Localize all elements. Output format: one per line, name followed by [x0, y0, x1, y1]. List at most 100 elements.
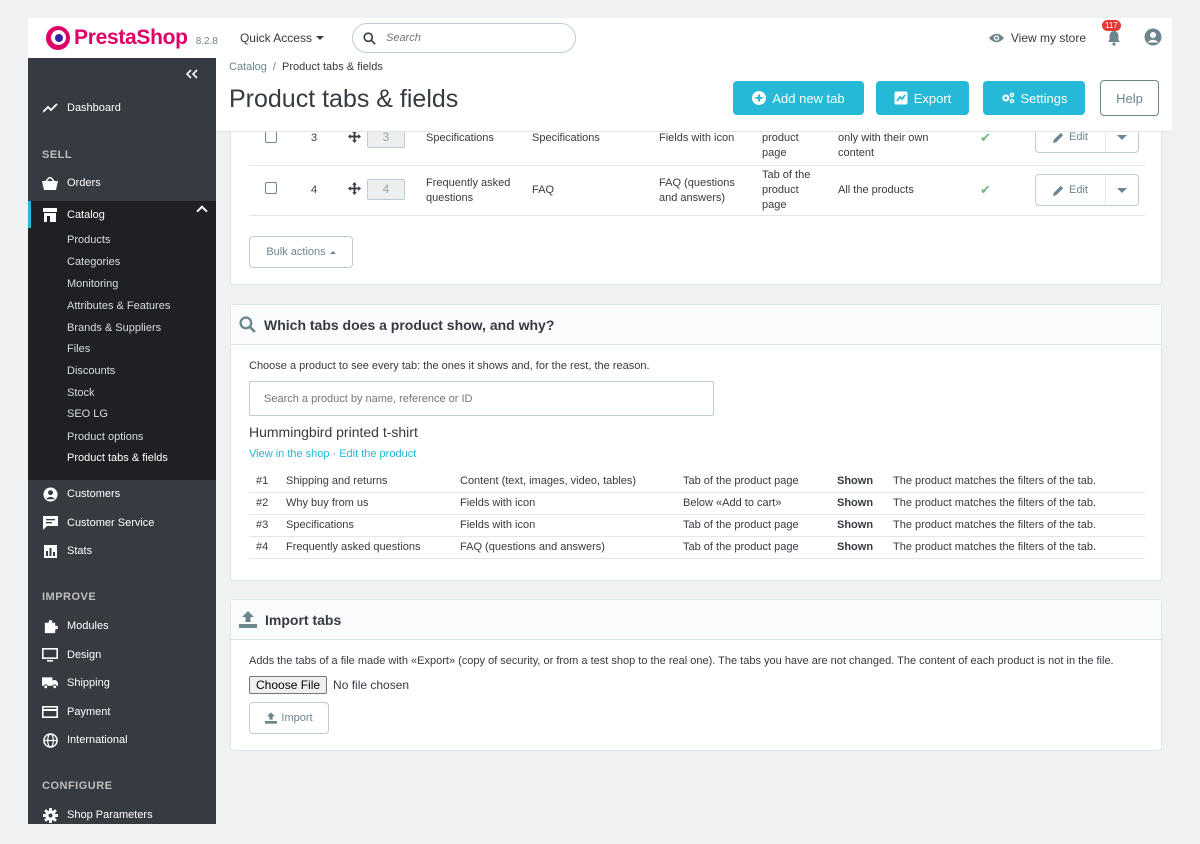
bar-chart-icon [42, 543, 58, 559]
sidebar-item-modules[interactable]: Modules [28, 615, 216, 637]
sidebar-item-shipping[interactable]: Shipping [28, 672, 216, 694]
sidebar-sub-discounts[interactable]: Discounts [67, 365, 115, 377]
active-check-icon[interactable]: ✔ [980, 130, 991, 145]
globe-icon [42, 732, 58, 748]
edit-label: Edit [1069, 131, 1088, 143]
tab-status: Shown [837, 475, 874, 487]
tab-type: Fields with icon [659, 132, 735, 144]
help-button[interactable]: Help [1100, 80, 1159, 116]
export-button[interactable]: Export [876, 81, 969, 115]
choose-file-button[interactable]: Choose File [249, 676, 328, 694]
sidebar-sub-stock[interactable]: Stock [67, 387, 95, 399]
user-icon [1144, 28, 1162, 45]
drag-handle-icon[interactable] [348, 182, 361, 200]
link-separator: · [332, 448, 337, 460]
sidebar-item-design[interactable]: Design [28, 644, 216, 666]
table-row: 4 4 Frequently asked questions FAQ FAQ (… [249, 166, 1145, 216]
sidebar-sub-categories[interactable]: Categories [67, 256, 120, 268]
sidebar-sub-monitoring[interactable]: Monitoring [67, 278, 118, 290]
import-button[interactable]: Import [249, 702, 329, 734]
tab-number: #4 [256, 541, 269, 553]
tab-status: Shown [837, 541, 874, 553]
import-description: Adds the tabs of a file made with «Expor… [249, 655, 1114, 667]
sidebar-sub-product-tabs[interactable]: Product tabs & fields [67, 452, 168, 464]
eye-icon [988, 33, 1004, 43]
gear-icon [42, 807, 58, 823]
header-search[interactable] [351, 23, 576, 53]
tabs-list-card: 3 3 Specifications Specifications Fields… [230, 118, 1162, 285]
position-input[interactable]: 4 [367, 179, 405, 200]
sidebar-item-customer-service[interactable]: Customer Service [28, 512, 216, 534]
tab-type: Fields with icon [460, 497, 536, 509]
sidebar-sub-products[interactable]: Products [67, 234, 110, 246]
settings-button[interactable]: Settings [983, 81, 1085, 115]
view-store-link[interactable]: View my store [988, 31, 1086, 45]
tab-title: Specifications [532, 132, 600, 144]
product-search-input[interactable] [249, 381, 714, 416]
table-row: #4 Frequently asked questions FAQ (quest… [249, 537, 1145, 559]
sidebar-item-customers[interactable]: Customers [28, 483, 216, 505]
store-icon [42, 207, 58, 223]
sidebar-sub-product-options[interactable]: Product options [67, 431, 143, 443]
row-checkbox[interactable] [265, 131, 277, 143]
sidebar-item-stats[interactable]: Stats [28, 540, 216, 562]
which-tabs-card: Which tabs does a product show, and why?… [230, 304, 1162, 581]
edit-dropdown-toggle[interactable] [1106, 187, 1138, 193]
product-links: View in the shop · Edit the product [249, 448, 416, 460]
sidebar-item-orders[interactable]: Orders [28, 172, 216, 194]
top-bar: PrestaShop 8.2.8 Quick Access View my st… [28, 18, 1172, 58]
prestashop-logo[interactable]: PrestaShop 8.2.8 [46, 26, 218, 50]
tab-id: 4 [311, 184, 318, 196]
pencil-icon [1053, 132, 1064, 143]
search-icon [363, 31, 376, 45]
collapse-sidebar-button[interactable] [185, 66, 198, 84]
sidebar-sub-brands[interactable]: Brands & Suppliers [67, 322, 161, 334]
tab-products: All the products [838, 184, 914, 196]
bulk-actions-button[interactable]: Bulk actions [249, 236, 353, 268]
sidebar-sub-seo[interactable]: SEO LG [67, 408, 108, 420]
sidebar-item-catalog[interactable]: Catalog [28, 201, 216, 228]
view-in-shop-link[interactable]: View in the shop [249, 448, 330, 460]
tab-type: Fields with icon [460, 519, 536, 531]
monitor-icon [42, 647, 58, 663]
tab-type: Content (text, images, video, tables) [460, 475, 637, 487]
edit-dropdown-toggle[interactable] [1106, 134, 1138, 140]
edit-product-link[interactable]: Edit the product [339, 448, 416, 460]
tab-products: only with their own content [838, 132, 929, 159]
edit-button[interactable]: Edit [1036, 175, 1106, 205]
sidebar-item-dashboard[interactable]: Dashboard [28, 97, 216, 119]
tab-name: Frequently asked questions [426, 177, 511, 204]
breadcrumb-separator: / [272, 61, 276, 73]
sidebar-label: Payment [67, 706, 111, 718]
sidebar-sub-files[interactable]: Files [67, 343, 90, 355]
chat-icon [42, 515, 58, 531]
drag-handle-icon[interactable] [348, 130, 361, 148]
active-check-icon[interactable]: ✔ [980, 182, 991, 197]
sidebar-label: Orders [67, 177, 101, 189]
tab-type: FAQ (questions and answers) [460, 541, 605, 553]
sidebar-label: Dashboard [67, 102, 121, 114]
credit-card-icon [42, 704, 58, 720]
settings-label: Settings [1020, 90, 1068, 106]
sidebar-item-shop-parameters[interactable]: Shop Parameters [28, 804, 216, 824]
breadcrumb-catalog[interactable]: Catalog [229, 61, 267, 73]
export-label: Export [913, 90, 952, 106]
header-search-input[interactable] [385, 32, 556, 44]
tab-reason: The product matches the filters of the t… [893, 475, 1096, 487]
trending-up-icon [42, 100, 58, 116]
which-tabs-description: Choose a product to see every tab: the o… [249, 360, 650, 372]
pencil-icon [1053, 185, 1064, 196]
add-new-tab-button[interactable]: Add new tab [733, 81, 864, 115]
tab-place: Below «Add to cart» [683, 497, 782, 509]
sidebar-item-international[interactable]: International [28, 729, 216, 751]
sidebar-sub-attributes[interactable]: Attributes & Features [67, 300, 170, 312]
notifications-badge: 117 [1102, 20, 1121, 31]
account-button[interactable] [1144, 28, 1162, 49]
sidebar-item-payment[interactable]: Payment [28, 701, 216, 723]
search-icon [239, 316, 256, 333]
caret-down-icon [1117, 187, 1127, 193]
card-title: Which tabs does a product show, and why? [264, 316, 555, 333]
notifications-button[interactable]: 117 [1102, 20, 1122, 46]
row-checkbox[interactable] [265, 182, 277, 194]
quick-access-dropdown[interactable]: Quick Access [240, 31, 324, 45]
